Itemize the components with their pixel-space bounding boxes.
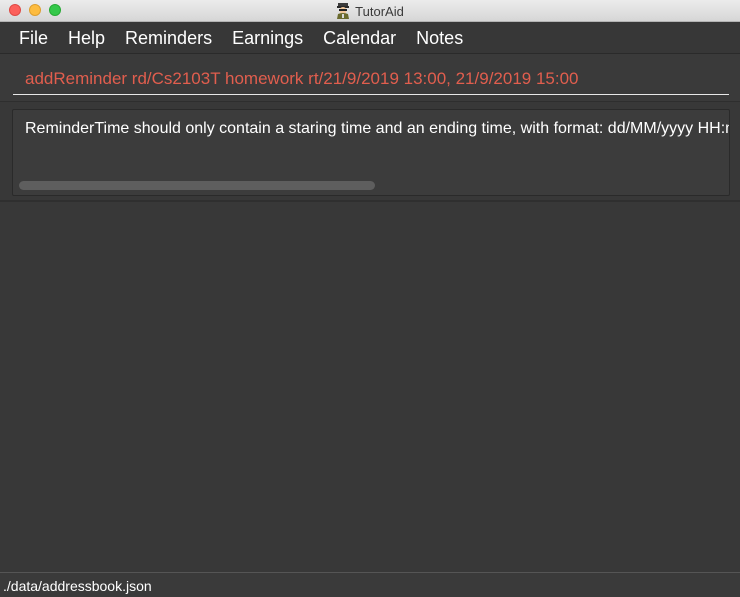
status-bar: ./data/addressbook.json	[0, 572, 740, 597]
menu-bar: File Help Reminders Earnings Calendar No…	[0, 22, 740, 54]
command-box	[0, 54, 740, 102]
menu-calendar[interactable]: Calendar	[313, 22, 406, 54]
menu-earnings[interactable]: Earnings	[222, 22, 313, 54]
result-display-panel: ReminderTime should only contain a stari…	[0, 102, 740, 202]
tutor-avatar-icon	[336, 3, 350, 19]
menu-help[interactable]: Help	[58, 22, 115, 54]
menu-notes[interactable]: Notes	[406, 22, 473, 54]
title-bar[interactable]: TutorAid	[0, 0, 740, 22]
horizontal-scrollbar-thumb[interactable]	[19, 181, 375, 190]
menu-file[interactable]: File	[9, 22, 58, 54]
command-input[interactable]	[13, 63, 729, 95]
list-panel	[0, 202, 740, 572]
window-title: TutorAid	[355, 3, 404, 19]
title-group: TutorAid	[0, 0, 740, 22]
result-display[interactable]: ReminderTime should only contain a stari…	[12, 109, 730, 196]
app-window: TutorAid File Help Reminders Earnings Ca…	[0, 0, 740, 597]
horizontal-scrollbar[interactable]	[17, 181, 725, 191]
result-message: ReminderTime should only contain a stari…	[25, 120, 729, 137]
save-location-path: ./data/addressbook.json	[3, 578, 152, 594]
menu-reminders[interactable]: Reminders	[115, 22, 222, 54]
